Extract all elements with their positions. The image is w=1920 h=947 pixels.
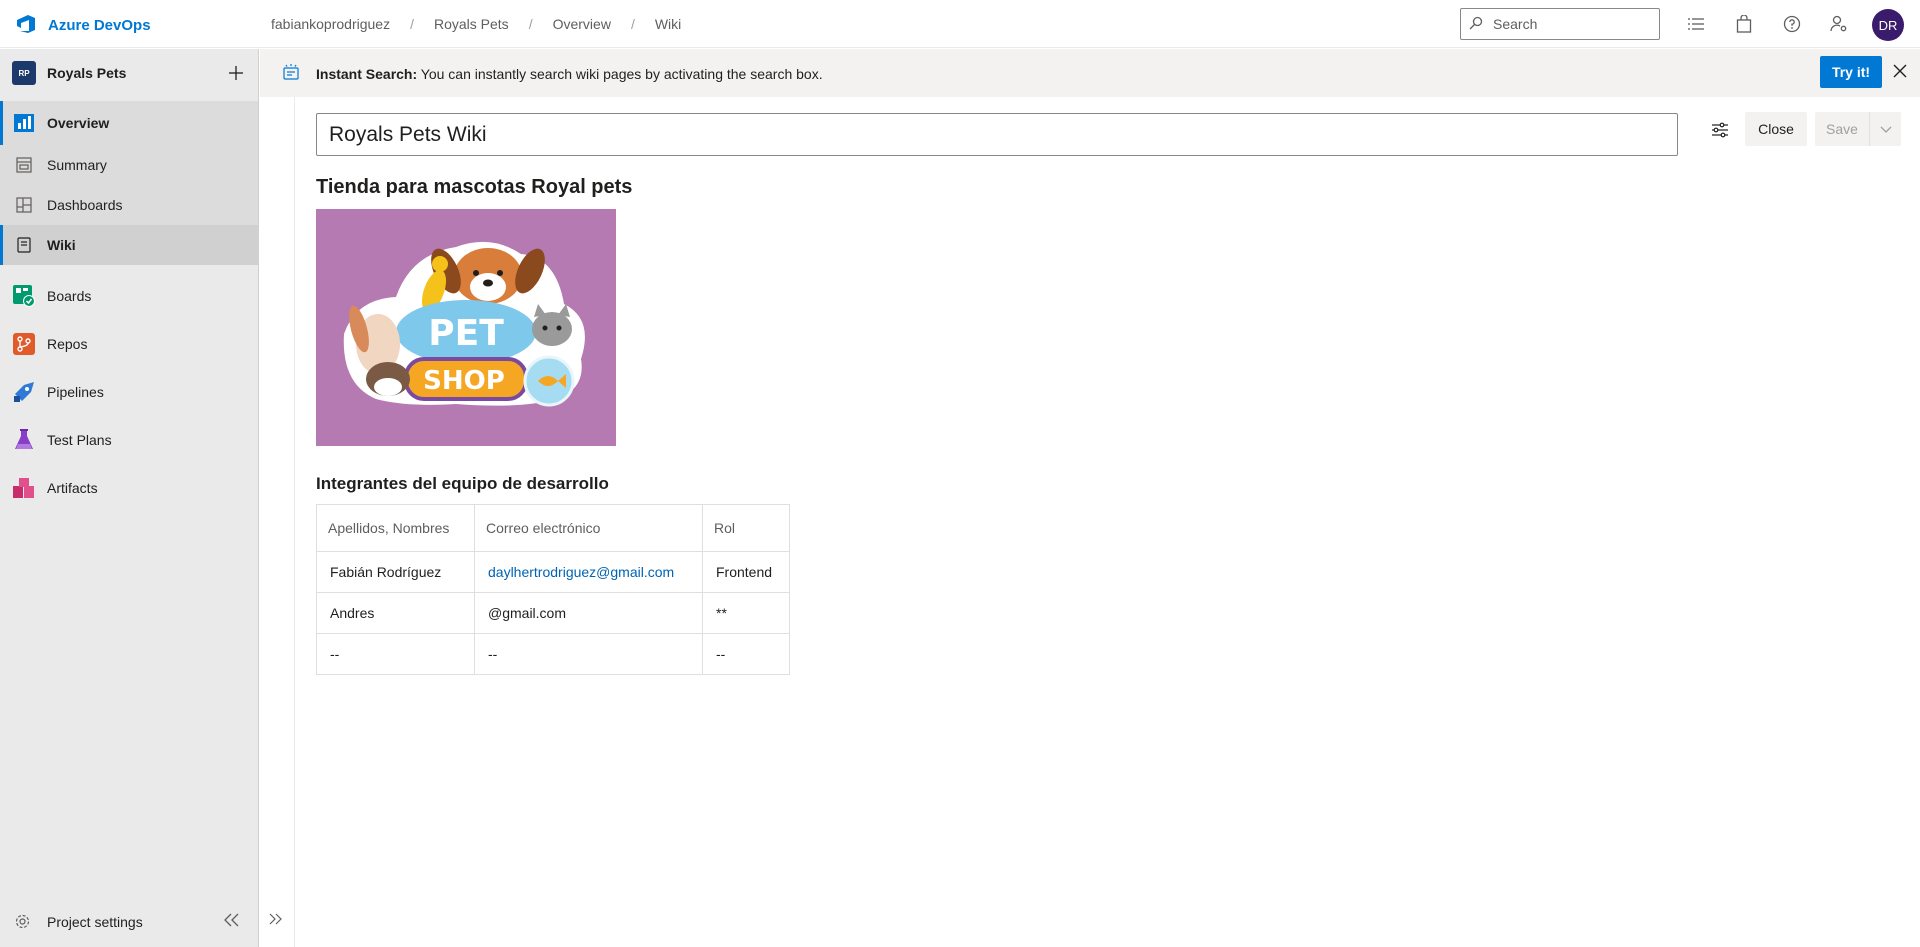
- breadcrumb-separator: /: [630, 16, 635, 32]
- sidebar: RP Royals Pets Overview Summary Dashboar…: [0, 49, 259, 947]
- save-options-dropdown[interactable]: [1869, 112, 1901, 146]
- table-cell: Frontend: [702, 551, 790, 593]
- dashboards-icon: [12, 193, 36, 217]
- sidebar-item-overview[interactable]: Overview: [0, 101, 258, 145]
- sidebar-item-label: Boards: [47, 288, 92, 304]
- project-settings[interactable]: Project settings: [0, 907, 258, 937]
- column-header: Rol: [702, 504, 790, 552]
- table-row: -- -- --: [316, 633, 790, 675]
- sidebar-item-label: Test Plans: [47, 432, 112, 448]
- breadcrumb-wiki[interactable]: Wiki: [655, 16, 681, 32]
- search-box[interactable]: [1460, 8, 1660, 40]
- new-item-plus-icon[interactable]: [224, 61, 248, 85]
- help-icon[interactable]: [1780, 12, 1804, 36]
- artifacts-icon: [12, 476, 36, 500]
- wiki-heading: Tienda para mascotas Royal pets: [316, 176, 633, 198]
- wiki-book-icon: [12, 233, 36, 257]
- breadcrumb-overview[interactable]: Overview: [553, 16, 611, 32]
- expand-panel-icon[interactable]: [268, 911, 284, 930]
- project-badge: RP: [12, 61, 36, 85]
- sidebar-item-label: Repos: [47, 336, 88, 352]
- pipelines-icon: [12, 380, 36, 404]
- project-header[interactable]: RP Royals Pets: [0, 49, 258, 99]
- sidebar-item-label: Overview: [47, 115, 110, 131]
- page-title-input[interactable]: [316, 113, 1678, 156]
- sidebar-item-artifacts[interactable]: Artifacts: [0, 466, 258, 510]
- page-settings-sliders-icon[interactable]: [1708, 118, 1732, 142]
- boards-icon: [12, 284, 36, 308]
- secondary-panel-strip: [259, 49, 295, 947]
- repos-icon: [12, 332, 36, 356]
- breadcrumb-separator: /: [528, 16, 533, 32]
- test-plans-flask-icon: [12, 428, 36, 452]
- search-icon: [1469, 16, 1483, 33]
- sidebar-item-test-plans[interactable]: Test Plans: [0, 418, 258, 462]
- sidebar-item-label: Dashboards: [47, 197, 123, 213]
- top-bar: Azure DevOps fabiankoprodriguez / Royals…: [0, 0, 1920, 48]
- instant-search-banner: Instant Search: You can instantly search…: [260, 49, 1920, 97]
- pet-shop-image: PET SHOP: [316, 209, 616, 446]
- table-cell: --: [702, 633, 790, 675]
- team-table: Apellidos, Nombres Correo electrónico Ro…: [316, 504, 790, 675]
- table-cell: Fabián Rodríguez: [316, 551, 475, 593]
- project-name: Royals Pets: [47, 65, 127, 81]
- azure-devops-logo-icon: [14, 12, 38, 39]
- save-button[interactable]: Save: [1815, 112, 1869, 146]
- sidebar-item-label: Summary: [47, 157, 107, 173]
- table-cell: --: [474, 633, 703, 675]
- search-input[interactable]: [1491, 15, 1655, 33]
- table-row: Fabián Rodríguez daylhertrodriguez@gmail…: [316, 551, 790, 593]
- sidebar-item-wiki[interactable]: Wiki: [0, 225, 258, 265]
- banner-message: Instant Search: You can instantly search…: [316, 66, 823, 82]
- breadcrumb-separator: /: [410, 16, 414, 32]
- overview-icon: [12, 111, 36, 135]
- collapse-sidebar-icon[interactable]: [222, 911, 240, 932]
- chevron-down-icon: [1880, 122, 1892, 137]
- brand[interactable]: Azure DevOps: [14, 12, 151, 39]
- sidebar-item-dashboards[interactable]: Dashboards: [0, 185, 258, 225]
- app-name: Azure DevOps: [48, 17, 151, 34]
- user-settings-icon[interactable]: [1827, 12, 1851, 36]
- breadcrumb-organization[interactable]: fabiankoprodriguez: [271, 16, 390, 32]
- image-text-shop: SHOP: [423, 366, 505, 396]
- table-cell: --: [316, 633, 475, 675]
- close-button[interactable]: Close: [1745, 112, 1807, 146]
- sidebar-item-label: Artifacts: [47, 480, 98, 496]
- sidebar-item-boards[interactable]: Boards: [0, 274, 258, 318]
- gear-icon: [14, 913, 31, 933]
- breadcrumb-project[interactable]: Royals Pets: [434, 16, 509, 32]
- user-avatar[interactable]: DR: [1872, 9, 1904, 41]
- task-list-icon[interactable]: [1684, 12, 1708, 36]
- sidebar-item-pipelines[interactable]: Pipelines: [0, 370, 258, 414]
- email-link[interactable]: daylhertrodriguez@gmail.com: [474, 551, 703, 593]
- image-text-pet: PET: [428, 313, 504, 354]
- table-cell: Andres: [316, 592, 475, 634]
- sidebar-item-label: Wiki: [47, 237, 76, 253]
- table-cell: **: [702, 592, 790, 634]
- column-header: Apellidos, Nombres: [316, 504, 475, 552]
- table-row: Andres @gmail.com **: [316, 592, 790, 634]
- banner-body: You can instantly search wiki pages by a…: [417, 66, 823, 82]
- sidebar-item-label: Pipelines: [47, 384, 104, 400]
- table-header-row: Apellidos, Nombres Correo electrónico Ro…: [316, 504, 790, 552]
- team-heading: Integrantes del equipo de desarrollo: [316, 474, 609, 493]
- try-it-button[interactable]: Try it!: [1820, 56, 1882, 88]
- search-sparkle-icon: [282, 63, 300, 84]
- sidebar-item-summary[interactable]: Summary: [0, 145, 258, 185]
- close-icon[interactable]: [1892, 63, 1908, 82]
- table-cell: @gmail.com: [474, 592, 703, 634]
- column-header: Correo electrónico: [474, 504, 703, 552]
- breadcrumb: fabiankoprodriguez / Royals Pets / Overv…: [271, 16, 681, 32]
- marketplace-bag-icon[interactable]: [1732, 12, 1756, 36]
- banner-title: Instant Search:: [316, 66, 418, 82]
- summary-icon: [12, 153, 36, 177]
- project-settings-label: Project settings: [47, 914, 143, 930]
- sidebar-item-repos[interactable]: Repos: [0, 322, 258, 366]
